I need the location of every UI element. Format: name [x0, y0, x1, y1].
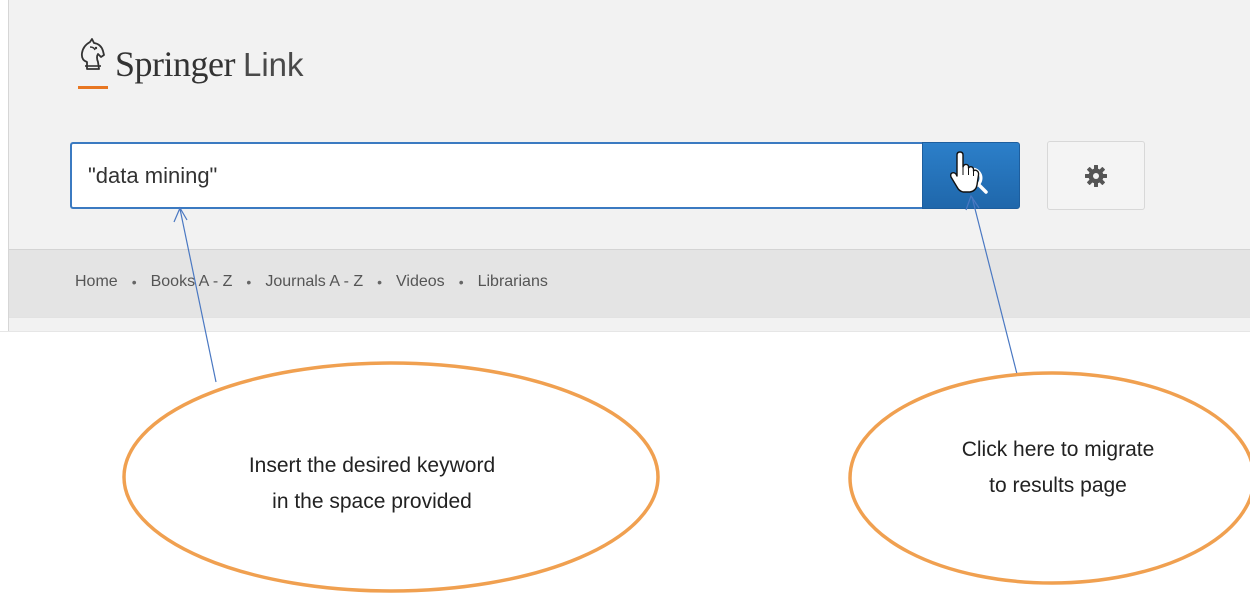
nav-separator: • — [131, 274, 137, 290]
logo-brand-name: Springer — [115, 44, 235, 84]
nav-separator: • — [458, 274, 464, 290]
page: Springer Link "data mining" Home • Books… — [0, 0, 1250, 599]
horse-head-icon — [80, 38, 105, 70]
logo-brand-suffix: Link — [242, 46, 304, 83]
nav-home[interactable]: Home — [75, 273, 118, 291]
page-content-edge — [9, 317, 1250, 332]
gear-icon — [1085, 165, 1107, 187]
logo-underline — [78, 86, 108, 89]
nav-books-a-z[interactable]: Books A - Z — [151, 273, 233, 291]
search-input[interactable] — [70, 142, 922, 209]
left-callout-line2: in the space provided — [272, 490, 472, 513]
right-callout-text: Click here to migrate to results page — [908, 432, 1208, 504]
nav-librarians[interactable]: Librarians — [478, 273, 548, 291]
main-navigation: Home • Books A - Z • Journals A - Z • Vi… — [9, 249, 1250, 317]
nav-videos[interactable]: Videos — [396, 273, 445, 291]
left-callout-line1: Insert the desired keyword — [248, 454, 496, 477]
logo-text: Springer Link — [115, 34, 304, 95]
hand-cursor-icon — [949, 151, 980, 193]
nav-separator: • — [377, 274, 383, 290]
nav-journals-a-z[interactable]: Journals A - Z — [265, 273, 363, 291]
left-callout-text: Insert the desired keyword in the space … — [212, 448, 532, 520]
right-callout-line1: Click here to migrate — [961, 438, 1155, 461]
springerlink-screenshot: Springer Link "data mining" Home • Books… — [0, 0, 1250, 332]
screenshot-edge — [0, 331, 1250, 332]
right-callout-line2: to results page — [989, 474, 1127, 497]
settings-button[interactable] — [1047, 141, 1145, 210]
nav-separator: • — [246, 274, 252, 290]
search-icon — [949, 151, 988, 194]
search-button[interactable] — [922, 142, 1020, 209]
nav-list: Home • Books A - Z • Journals A - Z • Vi… — [75, 273, 548, 291]
